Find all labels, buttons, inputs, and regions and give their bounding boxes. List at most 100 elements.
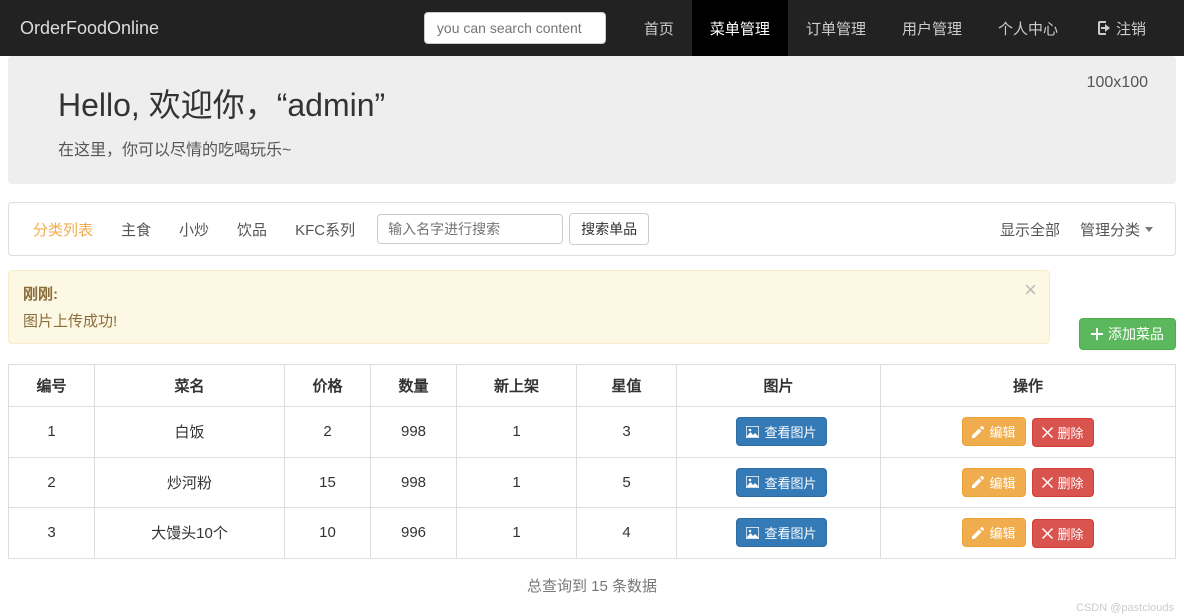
cell-id: 2 xyxy=(9,457,95,508)
add-dish-button[interactable]: 添加菜品 xyxy=(1079,318,1176,350)
footer-summary: 总查询到 15 条数据 xyxy=(0,559,1184,602)
chevron-down-icon xyxy=(1145,227,1153,232)
add-dish-label: 添加菜品 xyxy=(1108,324,1164,344)
edit-button[interactable]: 编辑 xyxy=(962,417,1025,446)
edit-label: 编辑 xyxy=(989,473,1015,492)
delete-label: 删除 xyxy=(1058,473,1084,492)
alert-line1: 刚刚: xyxy=(23,283,1035,304)
nav-home[interactable]: 首页 xyxy=(626,0,692,56)
cell-ops: 编辑 删除 xyxy=(881,407,1176,458)
edit-label: 编辑 xyxy=(989,422,1015,441)
nav-user-manage[interactable]: 用户管理 xyxy=(884,0,980,56)
edit-label: 编辑 xyxy=(989,523,1015,542)
nav-search-input[interactable] xyxy=(424,12,606,44)
tab-category-list[interactable]: 分类列表 xyxy=(21,215,105,244)
view-image-label: 查看图片 xyxy=(764,473,816,492)
cell-star: 4 xyxy=(577,508,677,559)
cell-id: 1 xyxy=(9,407,95,458)
cell-star: 3 xyxy=(577,407,677,458)
close-icon xyxy=(1042,427,1053,438)
cell-price: 15 xyxy=(285,457,371,508)
image-icon xyxy=(746,527,759,539)
alert-line2: 图片上传成功! xyxy=(23,310,1035,331)
col-new: 新上架 xyxy=(457,365,577,407)
cell-qty: 998 xyxy=(371,407,457,458)
nav-search-wrap xyxy=(424,12,606,44)
view-image-button[interactable]: 查看图片 xyxy=(736,518,826,547)
cell-new: 1 xyxy=(457,407,577,458)
delete-label: 删除 xyxy=(1058,524,1084,543)
image-icon xyxy=(746,426,759,438)
cell-ops: 编辑 删除 xyxy=(881,508,1176,559)
delete-button[interactable]: 删除 xyxy=(1032,418,1094,447)
delete-button[interactable]: 删除 xyxy=(1032,468,1094,497)
welcome-jumbotron: Hello, 欢迎你，“admin” 在这里，你可以尽情的吃喝玩乐~ 100x1… xyxy=(8,56,1176,184)
brand-title: OrderFoodOnline xyxy=(20,18,159,39)
view-image-button[interactable]: 查看图片 xyxy=(736,417,826,446)
cell-new: 1 xyxy=(457,508,577,559)
cell-id: 3 xyxy=(9,508,95,559)
nav-logout-label: 注销 xyxy=(1116,18,1146,39)
col-star: 星值 xyxy=(577,365,677,407)
pencil-icon xyxy=(972,476,984,488)
cell-qty: 998 xyxy=(371,457,457,508)
top-navbar: OrderFoodOnline 首页 菜单管理 订单管理 用户管理 个人中心 注… xyxy=(0,0,1184,56)
nav-menu-manage[interactable]: 菜单管理 xyxy=(692,0,788,56)
nav-order-manage[interactable]: 订单管理 xyxy=(788,0,884,56)
filter-panel-head: 分类列表 主食 小炒 饮品 KFC系列 搜索单品 显示全部 管理分类 xyxy=(9,203,1175,255)
alert-close-icon[interactable]: × xyxy=(1024,279,1037,301)
table-row: 3大馒头10个1099614 查看图片 编辑 删除 xyxy=(9,508,1176,559)
manage-category-dropdown[interactable]: 管理分类 xyxy=(1070,215,1163,244)
plus-icon xyxy=(1091,328,1103,340)
filter-panel: 分类列表 主食 小炒 饮品 KFC系列 搜索单品 显示全部 管理分类 xyxy=(8,202,1176,256)
tab-stirfry[interactable]: 小炒 xyxy=(167,215,221,244)
add-dish-wrap: 添加菜品 xyxy=(1073,270,1176,350)
tab-kfc[interactable]: KFC系列 xyxy=(283,215,367,244)
tab-drinks[interactable]: 饮品 xyxy=(225,215,279,244)
table-row: 2炒河粉1599815查看图片编辑删除 xyxy=(9,457,1176,508)
dish-table: 编号 菜名 价格 数量 新上架 星值 图片 操作 1白饭299813查看图片编辑… xyxy=(8,364,1176,559)
cell-image: 查看图片 xyxy=(677,457,881,508)
cell-name: 炒河粉 xyxy=(95,457,285,508)
col-name: 菜名 xyxy=(95,365,285,407)
cell-price: 2 xyxy=(285,407,371,458)
nav-profile[interactable]: 个人中心 xyxy=(980,0,1076,56)
manage-category-label: 管理分类 xyxy=(1080,219,1140,240)
pencil-icon xyxy=(972,426,984,438)
edit-button[interactable]: 编辑 xyxy=(962,518,1025,547)
avatar-placeholder: 100x100 xyxy=(1087,74,1148,92)
footer-count: 15 xyxy=(591,578,608,595)
footer-suffix: 条数据 xyxy=(608,578,657,595)
delete-button[interactable]: 删除 xyxy=(1032,519,1094,548)
cell-name: 大馒头10个 xyxy=(95,508,285,559)
filter-head-right: 显示全部 管理分类 xyxy=(990,215,1163,244)
cell-ops: 编辑 删除 xyxy=(881,457,1176,508)
welcome-title: Hello, 欢迎你，“admin” xyxy=(58,80,1126,126)
cell-star: 5 xyxy=(577,457,677,508)
nav-logout[interactable]: 注销 xyxy=(1076,0,1164,56)
edit-button[interactable]: 编辑 xyxy=(962,468,1025,497)
cell-image: 查看图片 xyxy=(677,508,881,559)
tab-staple[interactable]: 主食 xyxy=(109,215,163,244)
pencil-icon xyxy=(972,527,984,539)
watermark: CSDN @pastclouds xyxy=(0,602,1184,614)
view-image-button[interactable]: 查看图片 xyxy=(736,468,826,497)
col-image: 图片 xyxy=(677,365,881,407)
view-image-label: 查看图片 xyxy=(764,422,816,441)
welcome-subtitle: 在这里，你可以尽情的吃喝玩乐~ xyxy=(58,136,1126,160)
table-header-row: 编号 菜名 价格 数量 新上架 星值 图片 操作 xyxy=(9,365,1176,407)
footer-prefix: 总查询到 xyxy=(527,578,591,595)
close-icon xyxy=(1042,528,1053,539)
image-icon xyxy=(746,476,759,488)
dish-search-button[interactable]: 搜索单品 xyxy=(569,213,649,245)
cell-name: 白饭 xyxy=(95,407,285,458)
col-id: 编号 xyxy=(9,365,95,407)
cell-price: 10 xyxy=(285,508,371,559)
logout-icon xyxy=(1094,21,1110,35)
success-alert: 刚刚: 图片上传成功! × xyxy=(8,270,1050,344)
close-icon xyxy=(1042,477,1053,488)
delete-label: 删除 xyxy=(1058,423,1084,442)
show-all-link[interactable]: 显示全部 xyxy=(990,215,1070,244)
cell-qty: 996 xyxy=(371,508,457,559)
dish-search-input[interactable] xyxy=(377,214,563,244)
